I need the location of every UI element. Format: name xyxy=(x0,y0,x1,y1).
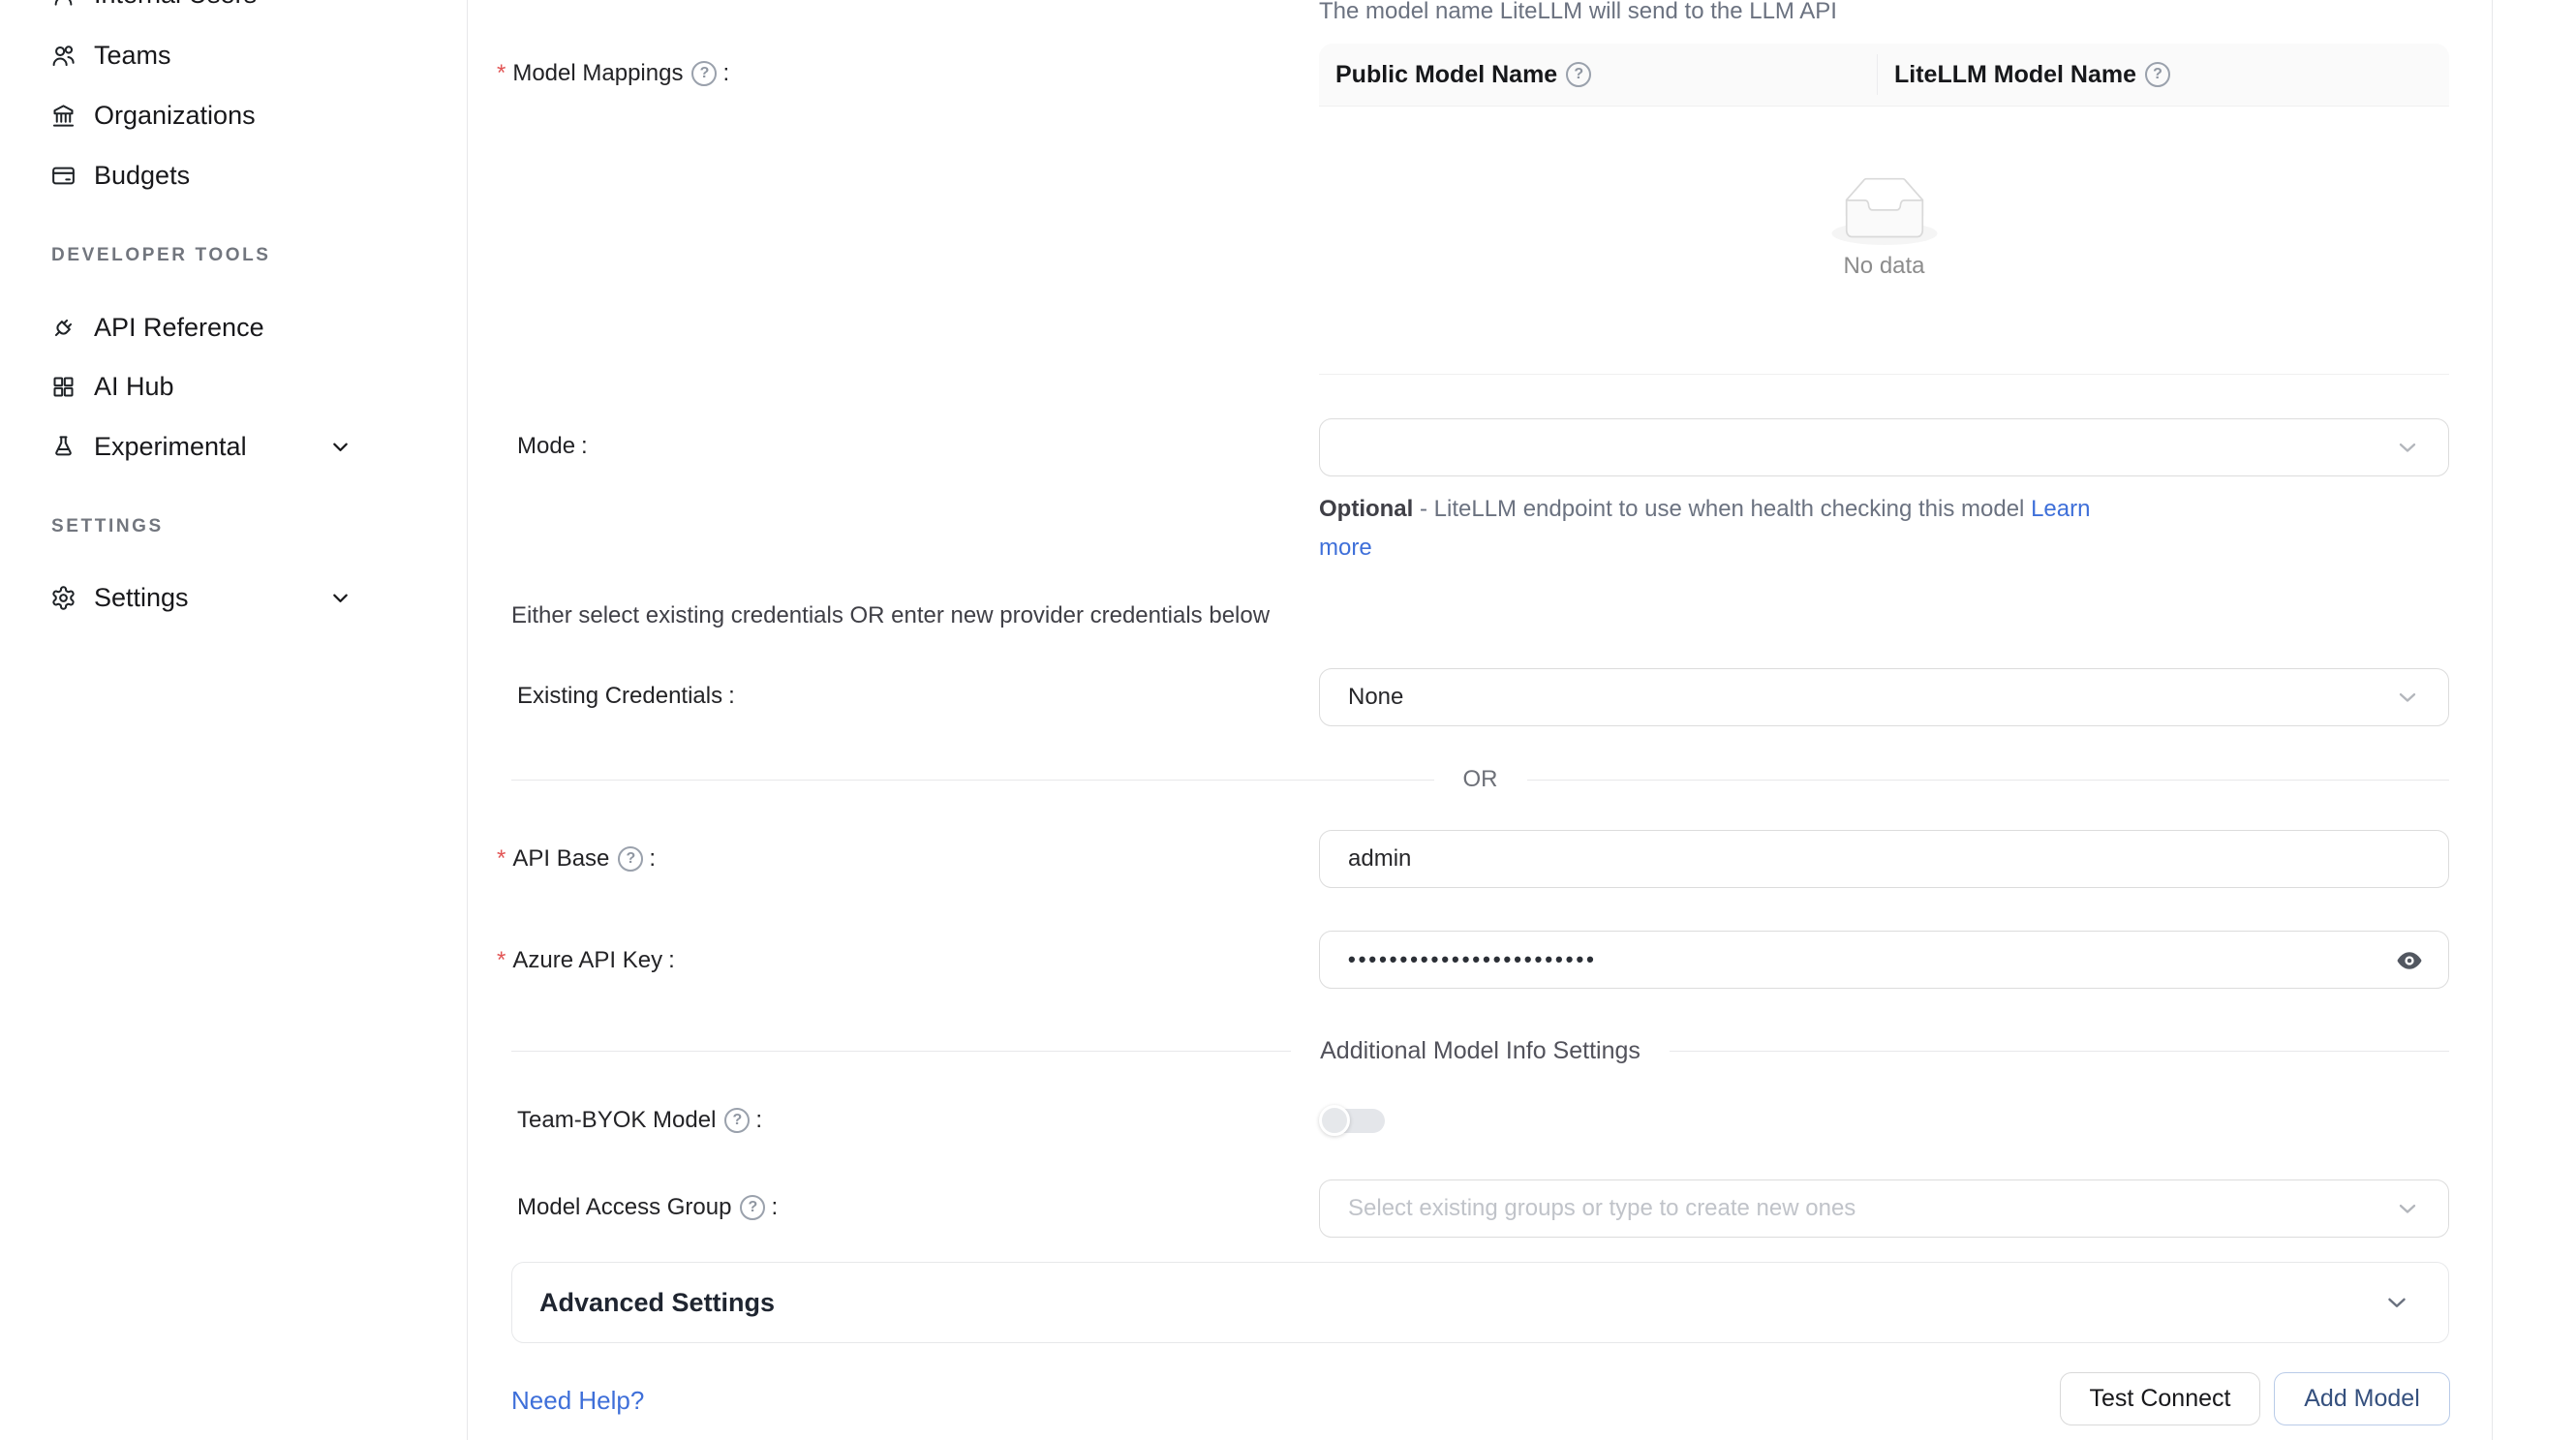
sidebar-item-label: Organizations xyxy=(94,101,256,131)
sidebar-item-label: Experimental xyxy=(94,432,247,462)
model-mappings-table-header: Public Model Name ? LiteLLM Model Name ? xyxy=(1319,44,2449,107)
sidebar-item-experimental[interactable]: Experimental xyxy=(0,419,467,474)
test-connect-button[interactable]: Test Connect xyxy=(2060,1372,2260,1425)
api-base-label: * API Base ? : xyxy=(497,845,656,873)
model-mappings-label: * Model Mappings ? : xyxy=(497,60,729,87)
sidebar-item-label: API Reference xyxy=(94,313,264,343)
or-divider-text: OR xyxy=(1463,766,1498,793)
sidebar-item-label: Teams xyxy=(94,41,171,71)
toggle-knob xyxy=(1319,1105,1350,1136)
api-base-value: admin xyxy=(1348,845,1411,873)
required-marker: * xyxy=(497,60,506,87)
sidebar-item-teams[interactable]: Teams xyxy=(0,28,467,82)
model-access-group-placeholder: Select existing groups or type to create… xyxy=(1348,1195,1855,1222)
sidebar-item-label: AI Hub xyxy=(94,372,174,402)
sidebar: Internal Users Teams Organizations Budge… xyxy=(0,0,468,1440)
plug-icon xyxy=(50,315,77,341)
help-icon[interactable]: ? xyxy=(740,1195,765,1220)
mode-select[interactable] xyxy=(1319,418,2449,476)
column-header-public-model-name: Public Model Name ? xyxy=(1319,44,1877,106)
team-byok-toggle[interactable] xyxy=(1319,1105,1387,1136)
model-access-group-label: Model Access Group ? : xyxy=(497,1194,778,1221)
sidebar-item-label: Settings xyxy=(94,583,189,613)
chevron-down-icon xyxy=(2394,1195,2421,1222)
or-divider: OR xyxy=(511,766,2449,793)
team-byok-label: Team-BYOK Model ? : xyxy=(497,1107,762,1134)
card-right-border xyxy=(2492,0,2493,1440)
empty-state-text: No data xyxy=(1319,253,2449,280)
help-icon[interactable]: ? xyxy=(691,61,717,86)
chevron-down-icon xyxy=(327,585,353,611)
chevron-down-icon xyxy=(2382,1288,2411,1317)
azure-api-key-masked-value: •••••••••••••••••••••••• xyxy=(1348,947,1597,972)
users-icon xyxy=(50,43,77,69)
mode-helper-text: Optional - LiteLLM endpoint to use when … xyxy=(1319,490,2105,567)
model-name-helper-text: The model name LiteLLM will send to the … xyxy=(1319,0,1837,25)
existing-credentials-value: None xyxy=(1348,684,1403,711)
sidebar-item-settings[interactable]: Settings xyxy=(0,570,467,625)
model-access-group-select[interactable]: Select existing groups or type to create… xyxy=(1319,1180,2449,1238)
help-icon[interactable]: ? xyxy=(724,1108,750,1133)
required-marker: * xyxy=(497,845,506,873)
add-model-button[interactable]: Add Model xyxy=(2274,1372,2450,1425)
sidebar-item-label: Internal Users xyxy=(94,0,257,10)
api-base-input[interactable]: admin xyxy=(1319,830,2449,888)
azure-api-key-input[interactable]: •••••••••••••••••••••••• xyxy=(1319,931,2449,989)
table-bottom-border xyxy=(1319,374,2449,375)
eye-icon[interactable] xyxy=(2392,946,2427,975)
additional-settings-divider-text: Additional Model Info Settings xyxy=(1320,1037,1641,1065)
gear-icon xyxy=(50,585,77,611)
help-icon[interactable]: ? xyxy=(618,846,643,872)
sidebar-section-settings: SETTINGS xyxy=(51,516,164,537)
help-icon[interactable]: ? xyxy=(2145,62,2170,87)
sidebar-item-budgets[interactable]: Budgets xyxy=(0,148,467,202)
bank-icon xyxy=(50,103,77,129)
advanced-settings-panel[interactable]: Advanced Settings xyxy=(511,1262,2449,1343)
existing-credentials-label: Existing Credentials : xyxy=(497,683,735,710)
existing-credentials-select[interactable]: None xyxy=(1319,668,2449,726)
help-icon[interactable]: ? xyxy=(1566,62,1591,87)
need-help-link[interactable]: Need Help? xyxy=(511,1386,644,1416)
sidebar-item-label: Budgets xyxy=(94,161,190,191)
flask-icon xyxy=(50,434,77,460)
required-marker: * xyxy=(497,947,506,974)
sidebar-item-api-reference[interactable]: API Reference xyxy=(0,300,467,354)
sidebar-item-ai-hub[interactable]: AI Hub xyxy=(0,359,467,414)
table-empty-state: No data xyxy=(1319,177,2449,280)
chevron-down-icon xyxy=(327,434,353,460)
azure-api-key-label: * Azure API Key : xyxy=(497,947,675,974)
additional-settings-divider: Additional Model Info Settings xyxy=(511,1037,2449,1065)
add-model-page: Internal Users Teams Organizations Budge… xyxy=(0,0,2576,1440)
sidebar-item-organizations[interactable]: Organizations xyxy=(0,88,467,142)
credit-card-icon xyxy=(50,163,77,189)
mode-label: Mode : xyxy=(497,433,588,460)
chevron-down-icon xyxy=(2394,434,2421,461)
sidebar-item-internal-users[interactable]: Internal Users xyxy=(0,0,467,21)
chevron-down-icon xyxy=(2394,684,2421,711)
credentials-hint: Either select existing credentials OR en… xyxy=(511,602,1270,629)
empty-box-icon xyxy=(1831,177,1938,245)
column-header-litellm-model-name: LiteLLM Model Name ? xyxy=(1878,44,2449,106)
advanced-settings-title: Advanced Settings xyxy=(539,1288,775,1318)
user-icon xyxy=(50,0,77,8)
sidebar-section-developer-tools: DEVELOPER TOOLS xyxy=(51,245,271,266)
grid-icon xyxy=(50,374,77,400)
